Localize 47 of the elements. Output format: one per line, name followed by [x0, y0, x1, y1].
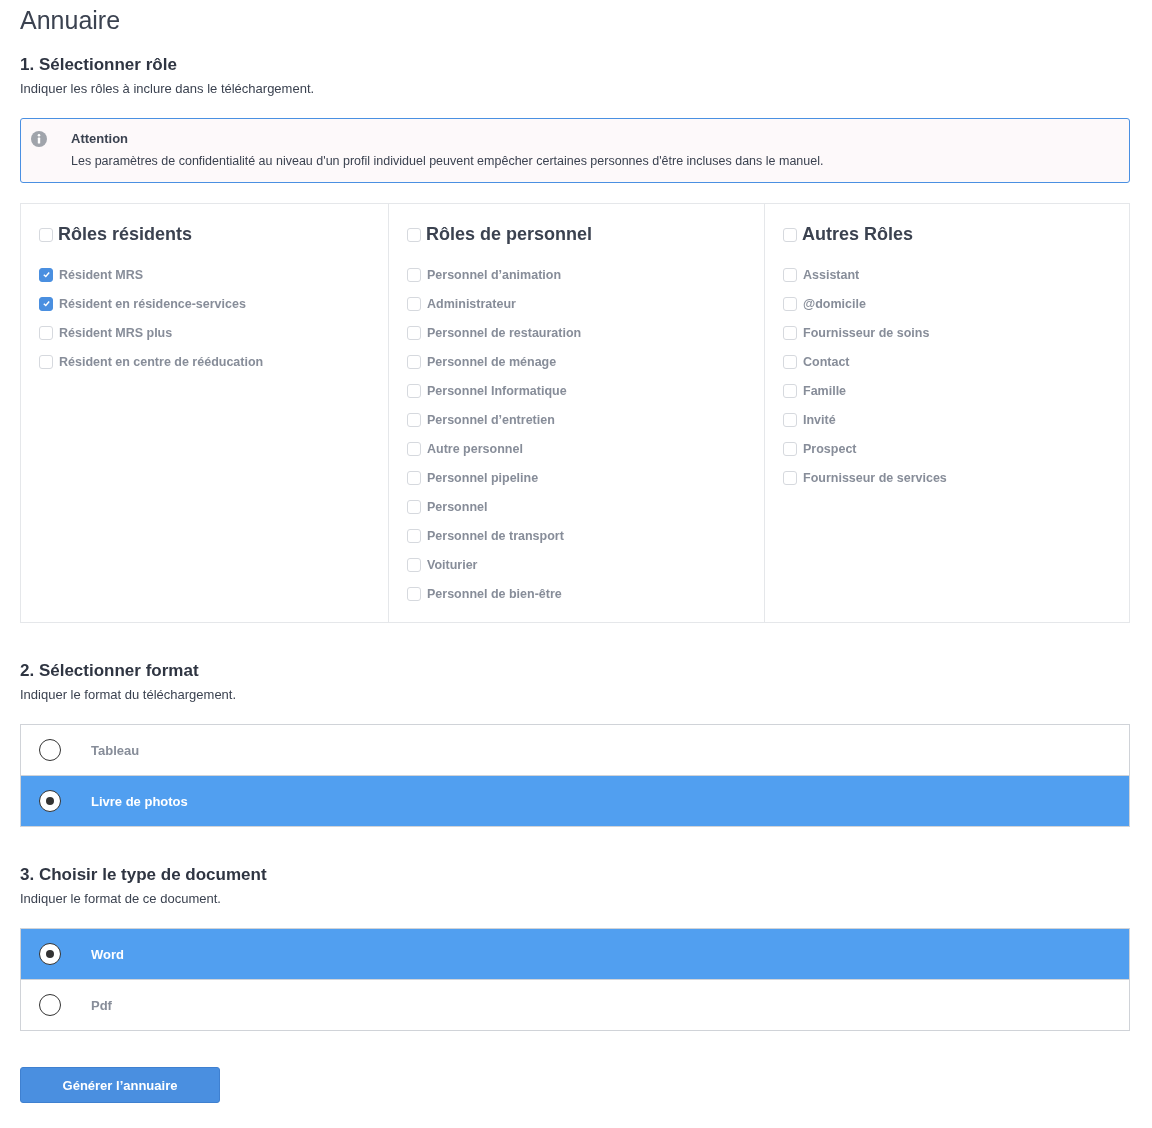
role-checkbox[interactable] [39, 296, 53, 311]
alert-title: Attention [71, 131, 130, 146]
group-title: Rôles de personnel [426, 224, 593, 245]
group-checkbox[interactable] [407, 227, 421, 242]
group-title: Rôles résidents [58, 224, 193, 245]
role-label: Personnel [427, 499, 488, 514]
role-label: Personnel Informatique [427, 383, 567, 398]
role-label: Résident en résidence-services [59, 296, 246, 311]
role-label: Personnel d’entretien [427, 412, 555, 427]
step-description: Indiquer le format de ce document. [20, 891, 222, 906]
role-label: Assistant [803, 267, 860, 282]
role-label: Personnel de transport [427, 528, 564, 543]
role-label: Résident MRS plus [59, 325, 173, 340]
role-label: Personnel de ménage [427, 354, 557, 369]
option-row[interactable]: Word [21, 929, 1129, 979]
role-label: Résident MRS [59, 267, 144, 282]
role-label: Résident en centre de rééducation [59, 354, 264, 369]
step-description: Indiquer le format du téléchargement. [20, 687, 238, 702]
check-icon [41, 299, 51, 308]
step-heading: 2. Sélectionner format [20, 661, 200, 681]
group-checkbox[interactable] [39, 227, 53, 242]
alert-text: Les paramètres de confidentialité au niveau d'un profil individuel peuvent empêcher certaines personnes d'être incluses dans le manuel. [71, 154, 824, 168]
role-label: Administrateur [427, 296, 516, 311]
group-checkbox[interactable] [783, 227, 797, 242]
info-icon [31, 131, 47, 147]
option-row[interactable]: Livre de photos [21, 775, 1129, 826]
generate-button[interactable]: Générer l’annuaire [20, 1067, 220, 1103]
role-label: Autre personnel [427, 441, 523, 456]
step-heading: 3. Choisir le type de document [20, 865, 268, 885]
role-label: @domicile [803, 296, 866, 311]
step-heading: 1. Sélectionner rôle [20, 55, 178, 75]
role-label: Personnel pipeline [427, 470, 539, 485]
role-label: Personnel d’animation [427, 267, 562, 282]
check-icon [41, 270, 51, 279]
role-label: Personnel de restauration [427, 325, 582, 340]
role-label: Fournisseur de services [803, 470, 947, 485]
role-label: Personnel de bien-être [427, 586, 562, 601]
role-label: Fournisseur de soins [803, 325, 930, 340]
step-description: Indiquer les rôles à inclure dans le téléchargement. [20, 81, 316, 96]
page-title: Annuaire [20, 6, 122, 35]
role-label: Invité [803, 412, 836, 427]
role-label: Famille [803, 383, 847, 398]
role-label: Voiturier [427, 557, 478, 572]
role-label: Prospect [803, 441, 857, 456]
role-label: Contact [803, 354, 850, 369]
role-checkbox[interactable] [39, 267, 53, 282]
group-title: Autres Rôles [802, 224, 914, 245]
